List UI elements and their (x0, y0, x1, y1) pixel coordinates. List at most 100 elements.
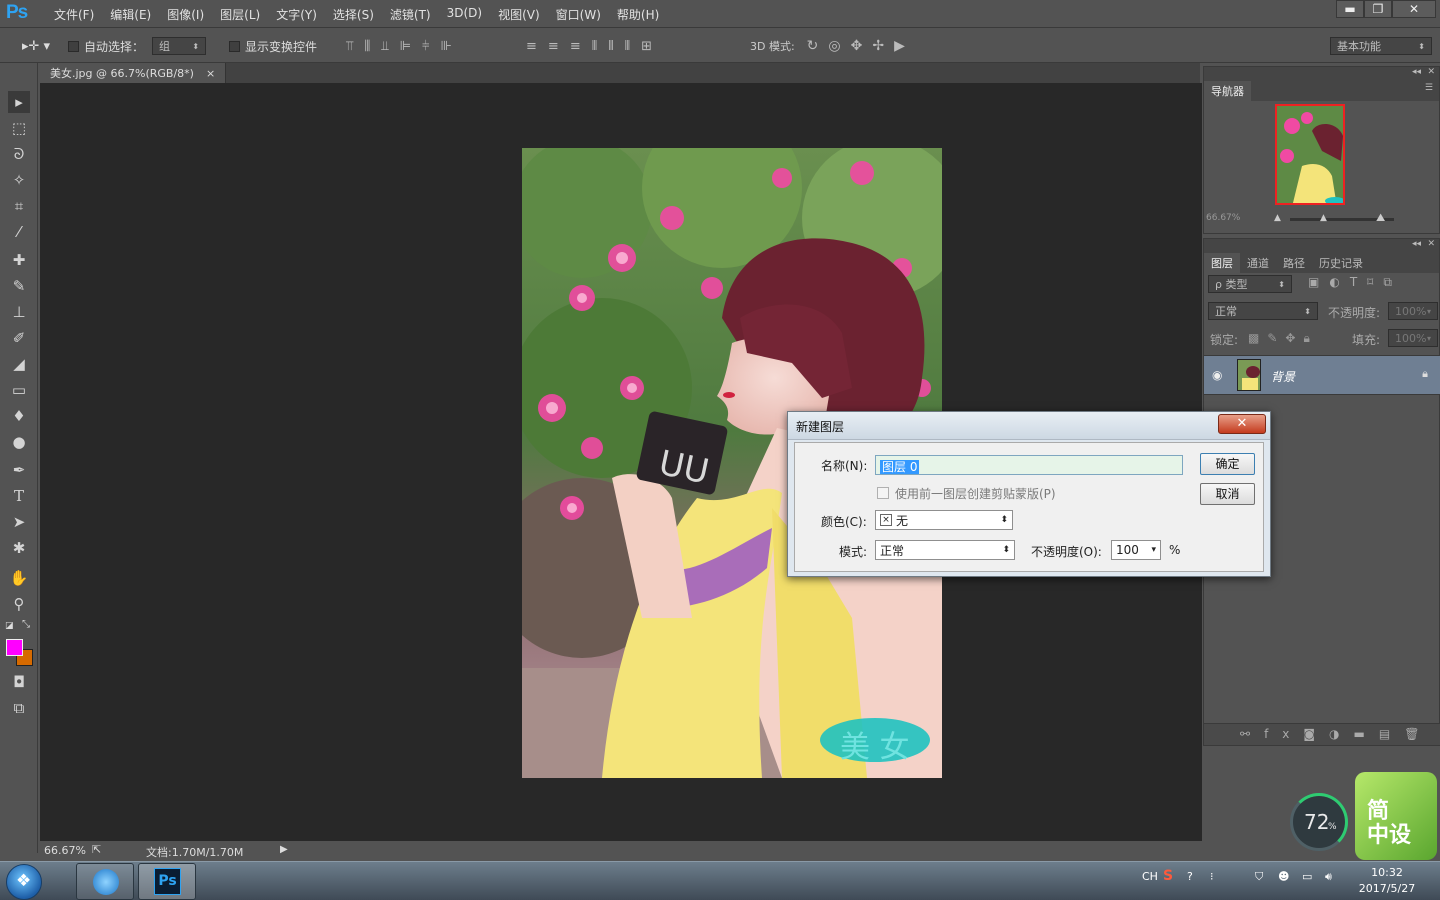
path-selection-tool-icon[interactable]: ➤ (8, 511, 30, 533)
lasso-tool-icon[interactable]: ᘐ (8, 143, 30, 165)
3d-slide-icon[interactable]: ✢ (872, 38, 894, 54)
network-icon[interactable]: ▭ (1302, 870, 1312, 883)
fill-input[interactable]: 100% ▾ (1388, 329, 1438, 347)
3d-drag-icon[interactable]: ✥ (851, 38, 873, 54)
layer-name[interactable]: 背景 (1271, 368, 1295, 385)
distribute-hcenter-icon[interactable]: ⫴ (608, 39, 624, 54)
dialog-close-button[interactable]: ✕ (1218, 414, 1266, 434)
document-tab[interactable]: 美女.jpg @ 66.7%(RGB/8*) × (40, 63, 227, 83)
history-brush-tool-icon[interactable]: ✐ (8, 327, 30, 349)
align-vcenter-icon[interactable]: ⫼ (364, 39, 381, 54)
menu-file[interactable]: 文件(F) (46, 6, 102, 23)
magic-wand-tool-icon[interactable]: ✧ (8, 169, 30, 191)
menu-image[interactable]: 图像(I) (159, 6, 212, 23)
distribute-top-icon[interactable]: ≡ (526, 39, 548, 54)
layer-name-input[interactable]: 图层 0 (875, 455, 1183, 475)
foreground-color-swatch[interactable] (6, 639, 23, 656)
speed-widget[interactable]: 72 % (1290, 793, 1348, 851)
lock-transparency-icon[interactable]: ▩ (1248, 331, 1267, 345)
tab-layers[interactable]: 图层 (1204, 253, 1240, 273)
marquee-tool-icon[interactable]: ⬚ (8, 117, 30, 139)
close-button[interactable]: ✕ (1392, 0, 1436, 18)
delete-layer-icon[interactable]: 🗑︎ (1404, 727, 1433, 741)
distribute-bottom-icon[interactable]: ≡ (570, 39, 592, 54)
restore-button[interactable]: ❐ (1364, 0, 1392, 18)
tab-history[interactable]: 历史记录 (1312, 253, 1370, 273)
tab-channels[interactable]: 通道 (1240, 253, 1276, 273)
screen-mode-icon[interactable]: ⧉ (8, 697, 30, 719)
align-left-icon[interactable]: ⊫ (400, 39, 422, 54)
sogou-icon[interactable]: S (1163, 868, 1173, 884)
eraser-tool-icon[interactable]: ◢ (8, 353, 30, 375)
zoom-tool-icon[interactable]: ⚲ (8, 593, 30, 615)
show-transform-checkbox[interactable] (229, 40, 240, 52)
menu-3d[interactable]: 3D(D) (439, 6, 490, 23)
language-indicator[interactable]: CH (1142, 870, 1158, 883)
align-top-icon[interactable]: ⫪ (346, 39, 364, 54)
visibility-eye-icon[interactable]: ◉ (1212, 368, 1222, 382)
clone-stamp-tool-icon[interactable]: ⊥ (8, 301, 30, 323)
filter-smart-icon[interactable]: ⧉ (1383, 275, 1402, 289)
help-icon[interactable]: ? (1187, 870, 1193, 883)
new-layer-icon[interactable]: ▤ (1379, 727, 1404, 741)
layer-row-background[interactable]: ◉ 背景 🔒︎ (1204, 355, 1440, 395)
volume-icon[interactable]: 🔊︎ (1325, 870, 1332, 884)
menu-edit[interactable]: 编辑(E) (102, 6, 159, 23)
ok-button[interactable]: 确定 (1200, 453, 1255, 475)
filter-pixel-icon[interactable]: ▣ (1308, 275, 1329, 289)
tab-navigator[interactable]: 导航器 (1204, 81, 1251, 101)
crop-tool-icon[interactable]: ⌗ (8, 195, 30, 217)
align-hcenter-icon[interactable]: ⫩ (422, 39, 440, 54)
minimize-button[interactable]: ▬ (1336, 0, 1364, 18)
opacity-input[interactable]: 100% ▾ (1388, 302, 1438, 320)
menu-select[interactable]: 选择(S) (325, 6, 382, 23)
menu-help[interactable]: 帮助(H) (609, 6, 667, 23)
taskbar-browser[interactable] (76, 863, 134, 900)
pen-tool-icon[interactable]: ✒ (8, 459, 30, 481)
move-tool-icon[interactable]: ▸ (8, 91, 30, 113)
move-tool-preset[interactable]: ▸✛ ▾ (22, 29, 50, 63)
close-panel-icon[interactable]: ✕ (1427, 67, 1435, 77)
shape-tool-icon[interactable]: ✱ (8, 537, 30, 559)
align-bottom-icon[interactable]: ⫫ (381, 39, 399, 54)
add-mask-icon[interactable]: ◙ (1303, 727, 1329, 741)
workspace-dropdown[interactable]: 基本功能 ⬍ (1330, 37, 1432, 55)
filter-type-icon[interactable]: T (1350, 275, 1367, 289)
3d-scale-icon[interactable]: ▶ (894, 38, 915, 54)
link-layers-icon[interactable]: ⚯ (1240, 727, 1264, 741)
cancel-button[interactable]: 取消 (1200, 483, 1255, 505)
adjustment-layer-icon[interactable]: ◑ (1329, 727, 1353, 741)
color-dropdown[interactable]: × 无 ⬍ (875, 510, 1013, 530)
tray-expand-icon[interactable]: ⁝ (1210, 870, 1214, 883)
taskbar-photoshop[interactable]: Ps (138, 863, 196, 900)
layer-filter-dropdown[interactable]: ρ 类型 ⬍ (1208, 275, 1292, 293)
auto-align-icon[interactable]: ⊞ (641, 39, 663, 54)
menu-view[interactable]: 视图(V) (490, 6, 548, 23)
navigator-zoom[interactable]: 66.67% (1206, 213, 1240, 223)
collapse-panel-icon[interactable]: ◂◂ (1412, 67, 1421, 77)
lock-pixels-icon[interactable]: ✎ (1267, 331, 1285, 345)
zoom-slider-handle-icon[interactable]: ▲ (1320, 213, 1327, 223)
close-tab-icon[interactable]: × (206, 67, 215, 80)
type-tool-icon[interactable]: T (8, 485, 30, 507)
filter-adjust-icon[interactable]: ◐ (1329, 275, 1349, 289)
menu-type[interactable]: 文字(Y) (268, 6, 325, 23)
quick-mask-icon[interactable]: ◘ (8, 671, 30, 693)
navigator-thumbnail[interactable] (1275, 104, 1345, 205)
blend-mode-dropdown[interactable]: 正常 ⬍ (1208, 302, 1318, 320)
shield-icon[interactable]: ⛉ (1255, 870, 1263, 884)
lock-all-icon[interactable]: 🔒︎ (1303, 331, 1317, 345)
eyedropper-tool-icon[interactable]: ⁄ (8, 221, 30, 243)
opacity-input[interactable]: 100 ▾ (1111, 540, 1161, 560)
mode-dropdown[interactable]: 正常 ⬍ (875, 540, 1015, 560)
dodge-tool-icon[interactable]: ● (8, 431, 30, 453)
new-group-icon[interactable]: ▬ (1354, 727, 1379, 741)
collapse-panel-icon[interactable]: ◂◂ (1412, 239, 1421, 249)
distribute-vcenter-icon[interactable]: ≡ (548, 39, 570, 54)
distribute-left-icon[interactable]: ⫴ (592, 39, 608, 54)
filter-shape-icon[interactable]: ⌑ (1367, 275, 1383, 289)
menu-window[interactable]: 窗口(W) (548, 6, 609, 23)
start-button[interactable]: ❖ (6, 864, 42, 900)
status-menu-arrow-icon[interactable]: ▶ (280, 844, 288, 855)
blur-tool-icon[interactable]: ♦ (8, 405, 30, 427)
